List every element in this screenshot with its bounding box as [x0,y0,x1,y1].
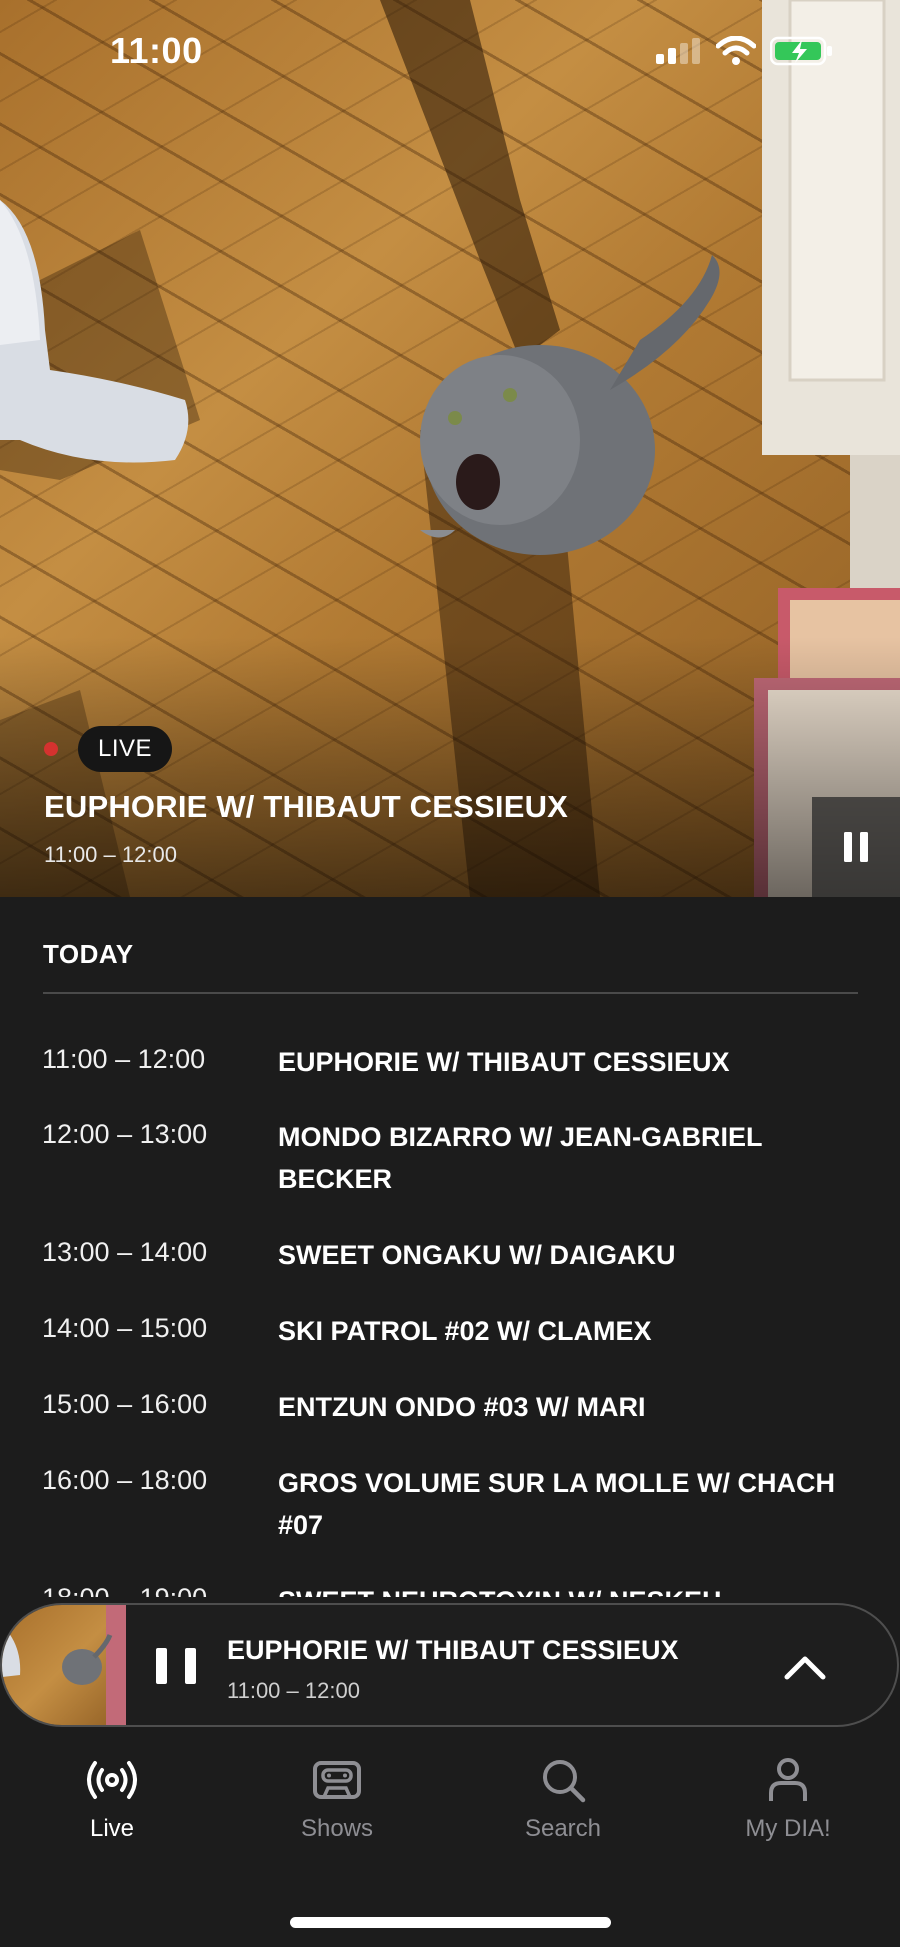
schedule-title: SWEET NEUROTOXIN W/ NESKEH [278,1580,838,1597]
mini-player-artwork [2,1605,126,1725]
schedule-title: GROS VOLUME SUR LA MOLLE W/ CHACH #07 [278,1468,835,1540]
tab-label: Search [524,1815,602,1842]
signal-icon [656,38,700,64]
schedule-title: SWEET ONGAKU W/ DAIGAKU [278,1240,676,1270]
pause-icon [844,832,868,862]
chevron-up-icon[interactable] [781,1643,829,1691]
schedule-title: ENTZUN ONDO #03 W/ MARI [278,1392,646,1422]
tab-search[interactable]: Search [483,1753,643,1843]
tab-label: Live [89,1815,135,1842]
pause-icon [156,1648,167,1684]
tab-shows[interactable]: Shows [257,1753,417,1843]
tab-my-dia[interactable]: My DIA! [708,1753,868,1843]
hero-show-time: 11:00 – 12:00 [44,842,177,867]
schedule-time: 13:00 – 14:00 [42,1237,208,1267]
mini-player[interactable]: EUPHORIE W/ THIBAUT CESSIEUX 11:00 – 12:… [0,1603,899,1727]
schedule-section[interactable]: TODAY 11:00 – 12:00 EUPHORIE W/ THIBAUT … [0,897,900,1597]
tab-bar: Live Shows Search My DIA! [0,1733,900,1947]
schedule-time: 16:00 – 18:00 [42,1465,208,1495]
status-bar: 11:00 [0,0,900,104]
person-icon [769,1758,807,1801]
broadcast-icon [87,1761,137,1799]
schedule-time: 11:00 – 12:00 [42,1044,206,1074]
schedule-time: 15:00 – 16:00 [42,1389,208,1419]
tab-live[interactable]: Live [32,1753,192,1843]
schedule-title: MONDO BIZARRO W/ JEAN-GABRIEL BECKER [278,1122,762,1194]
schedule-divider [43,992,858,994]
live-dot [44,742,58,756]
hero-show-title: EUPHORIE W/ THIBAUT CESSIEUX [44,789,569,824]
schedule-time: 18:00 – 19:00 [42,1583,207,1597]
schedule-heading: TODAY [43,939,134,969]
hero-banner[interactable]: 11:00 LIVE EUPHORIE W/ THIBAUT CESSIEUX … [0,0,900,897]
battery-charging-icon [770,36,832,66]
home-indicator[interactable] [290,1917,611,1928]
schedule-title: SKI PATROL #02 W/ CLAMEX [278,1316,652,1346]
schedule-time: 14:00 – 15:00 [42,1313,208,1343]
mini-player-time: 11:00 – 12:00 [227,1678,360,1703]
tab-label: Shows [300,1815,374,1842]
schedule-time: 12:00 – 13:00 [42,1119,208,1149]
live-badge: LIVE [78,726,173,772]
mini-player-title: EUPHORIE W/ THIBAUT CESSIEUX [227,1635,679,1665]
schedule-title: EUPHORIE W/ THIBAUT CESSIEUX [278,1047,730,1077]
mini-player-pause-button[interactable] [156,1641,196,1691]
wifi-icon [716,36,756,65]
hero-pause-button[interactable] [812,797,900,897]
cassette-icon [313,1761,361,1799]
tab-label: My DIA! [745,1815,831,1842]
search-icon [543,1760,586,1803]
status-time: 11:00 [110,30,203,71]
live-indicator: LIVE [44,726,173,772]
